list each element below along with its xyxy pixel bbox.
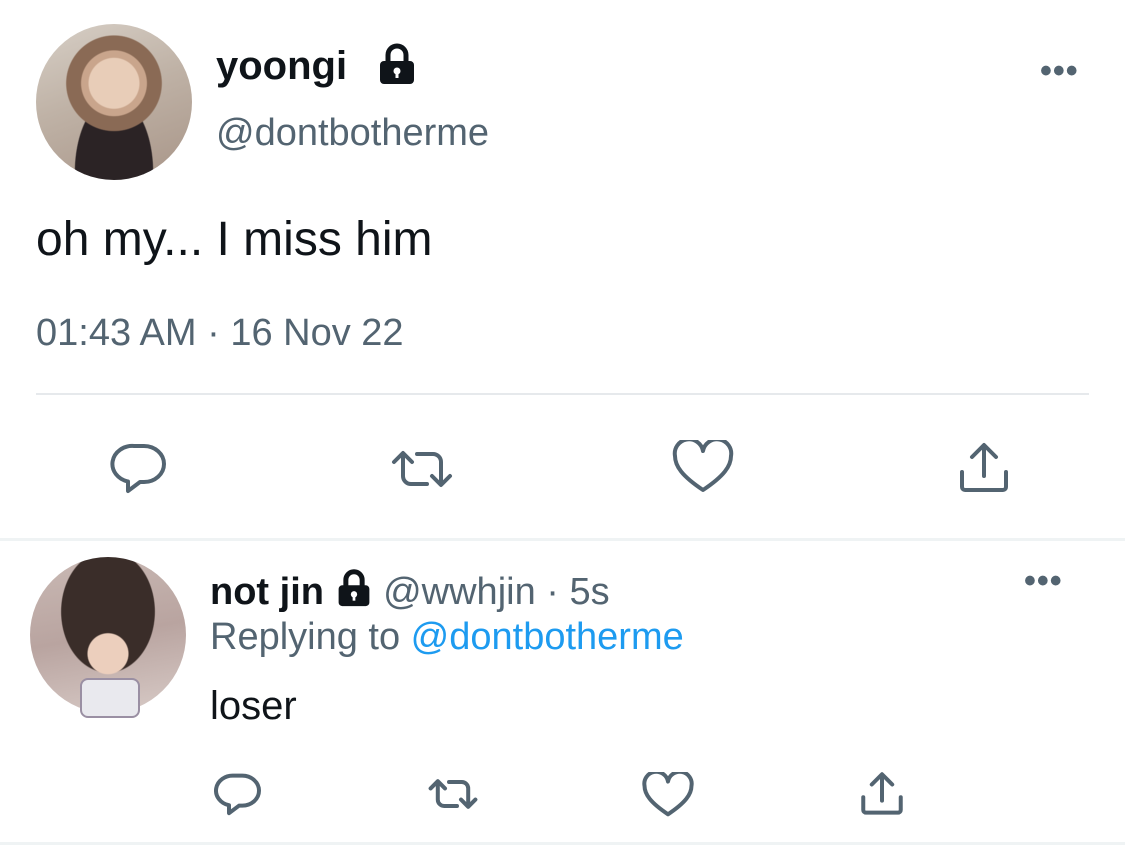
lock-icon xyxy=(338,568,369,607)
more-options-icon[interactable]: ••• xyxy=(1024,562,1063,601)
section-divider xyxy=(0,538,1125,541)
meta-separator: · xyxy=(535,571,570,613)
reply-icon[interactable] xyxy=(214,772,264,816)
replying-to-handle-link[interactable]: @dontbotherme xyxy=(411,616,684,658)
main-tweet-timestamp: 01:43 AM · 16 Nov 22 xyxy=(36,312,404,355)
lock-icon xyxy=(380,42,414,84)
timestamp-date: 16 Nov 22 xyxy=(230,312,404,354)
replying-to-label: Replying to xyxy=(210,616,411,658)
retweet-icon[interactable] xyxy=(386,444,458,494)
like-icon[interactable] xyxy=(642,772,694,818)
reply-icon[interactable] xyxy=(110,442,170,494)
like-icon[interactable] xyxy=(672,440,734,494)
more-options-icon[interactable]: ••• xyxy=(1040,52,1079,91)
main-tweet-display-name[interactable]: yoongi xyxy=(216,44,347,89)
main-tweet-handle[interactable]: @dontbotherme xyxy=(216,112,489,155)
share-icon[interactable] xyxy=(858,770,906,816)
divider xyxy=(36,393,1089,395)
reply-tweet-text: loser xyxy=(210,684,297,728)
replying-to-line: Replying to @dontbotherme xyxy=(210,616,684,659)
timestamp-separator: · xyxy=(196,312,231,354)
reply-tweet-meta: @wwhjin · 5s xyxy=(383,571,610,613)
retweet-icon[interactable] xyxy=(424,774,482,814)
main-tweet-text: oh my... I miss him xyxy=(36,213,433,266)
reply-tweet-header: not jin @wwhjin · 5s xyxy=(210,568,610,614)
reply-tweet-age: 5s xyxy=(569,571,610,613)
section-divider xyxy=(0,842,1125,845)
reply-tweet-handle[interactable]: @wwhjin xyxy=(383,571,536,613)
timestamp-time: 01:43 AM xyxy=(36,312,197,354)
reply-tweet-display-name[interactable]: not jin xyxy=(210,571,324,613)
share-icon[interactable] xyxy=(956,440,1012,494)
main-tweet-avatar[interactable] xyxy=(36,24,192,180)
avatar-phone-detail xyxy=(80,678,140,718)
